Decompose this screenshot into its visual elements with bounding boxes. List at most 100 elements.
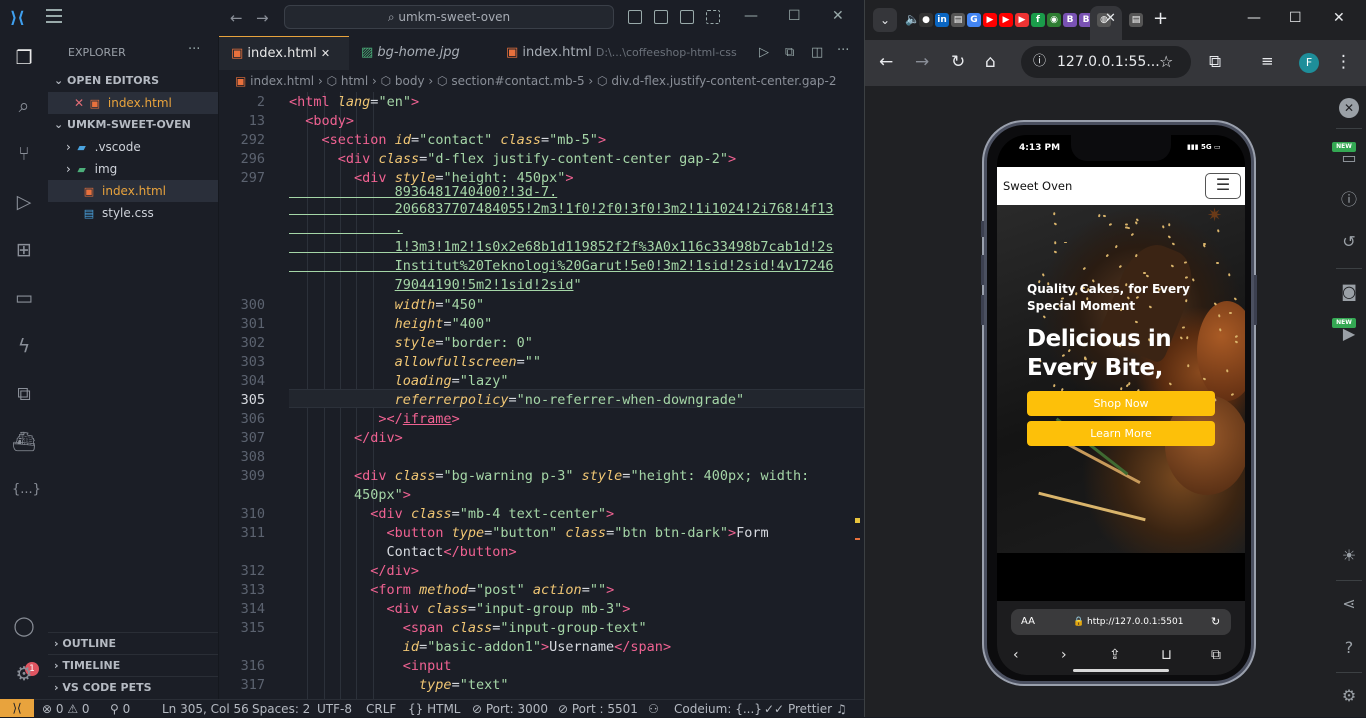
outline-section[interactable]: › OUTLINE	[48, 632, 218, 654]
navbar-brand[interactable]: Sweet Oven	[1003, 179, 1072, 193]
live-server-port[interactable]: ⊘ Port : 5501	[558, 700, 638, 718]
tab-bg-home[interactable]: ▨ bg-home.jpg	[349, 36, 494, 70]
port-3000[interactable]: ⊘ Port: 3000	[472, 700, 548, 718]
more-actions-icon[interactable]: ···	[837, 43, 849, 58]
bookmarks-icon[interactable]: ⊔	[1161, 647, 1172, 663]
profile-avatar[interactable]: F	[1299, 53, 1319, 73]
breadcrumb-item[interactable]: html	[341, 74, 368, 88]
ports-indicator[interactable]: ⚲ 0	[110, 700, 130, 718]
minimize-icon[interactable]: —	[1247, 10, 1261, 26]
docker-icon[interactable]: ⛴	[12, 430, 36, 454]
close-icon[interactable]: ✕	[321, 47, 330, 60]
linkedin-icon[interactable]: in	[935, 13, 949, 27]
tab-index-html-coffeeshop[interactable]: ▣ index.html D:\...\coffeeshop-html-css	[494, 36, 737, 70]
forward-icon[interactable]: →	[915, 52, 929, 72]
codeium-status[interactable]: Codeium: {...}	[674, 700, 762, 718]
project-section[interactable]: ⌄ UMKM-SWEET-OVEN	[48, 114, 218, 136]
extensions-icon[interactable]: ⊞	[12, 238, 36, 262]
account-icon[interactable]: ◯	[12, 614, 36, 638]
youtube-icon[interactable]: ▶	[999, 13, 1013, 27]
info-icon[interactable]: ⓘ	[1339, 190, 1359, 210]
tree-item-img[interactable]: › ▰ img	[48, 158, 218, 180]
timeline-section[interactable]: › TIMELINE	[48, 654, 218, 676]
code-editor[interactable]: 2 13 292 296 297 300 301 302 303 304 305…	[219, 92, 865, 699]
youtube-icon[interactable]: ▶	[1015, 13, 1029, 27]
youtube-icon[interactable]: ▶	[983, 13, 997, 27]
share-icon[interactable]: ⋖	[1339, 594, 1359, 614]
reader-aa-button[interactable]: AA	[1021, 609, 1035, 635]
end-of-line[interactable]: CRLF	[366, 700, 396, 718]
safari-forward-icon[interactable]: ›	[1061, 647, 1067, 663]
settings-gear-icon[interactable]: ⚙	[1339, 686, 1359, 706]
remote-indicator-icon[interactable]: ⟩⟨	[0, 699, 34, 717]
toggle-sidebar-icon[interactable]	[628, 10, 642, 24]
tab-favicon-icon[interactable]: ▤	[1129, 13, 1143, 27]
breadcrumb-item[interactable]: index.html	[250, 74, 314, 88]
shop-now-button[interactable]: Shop Now	[1027, 391, 1215, 416]
pets-section[interactable]: › VS CODE PETS	[48, 676, 218, 698]
menu-icon[interactable]	[46, 9, 62, 23]
tab-favicon-icon[interactable]: ▤	[951, 13, 965, 27]
maximize-icon[interactable]: ☐	[1289, 10, 1302, 26]
media-controls-icon[interactable]: ≡	[1261, 52, 1274, 70]
reload-icon[interactable]: ↻	[951, 52, 965, 72]
site-info-icon[interactable]: ⓘ	[1033, 46, 1046, 78]
cursor-position[interactable]: Ln 305, Col 56	[162, 700, 249, 718]
bell-icon[interactable]: ♫	[836, 700, 847, 718]
breadcrumb-item[interactable]: div.d-flex.justify-content-center.gap-2	[611, 74, 836, 88]
forward-arrow-icon[interactable]: →	[256, 9, 269, 27]
close-icon[interactable]: ✕	[1333, 10, 1345, 26]
google-icon[interactable]: G	[967, 13, 981, 27]
open-preview-icon[interactable]: ⧉	[785, 45, 794, 60]
reload-icon[interactable]: ↻	[1211, 609, 1220, 635]
chrome-menu-icon[interactable]: ⋮	[1335, 52, 1352, 72]
brightness-icon[interactable]: ☀	[1339, 546, 1359, 566]
live-share-icon[interactable]: ⧉	[12, 382, 36, 406]
tabs-icon[interactable]: ⧉	[1211, 647, 1221, 663]
open-editor-item[interactable]: ✕ ▣ index.html	[48, 92, 218, 114]
tab-search-icon[interactable]: ⌄	[873, 8, 897, 32]
close-icon[interactable]: ✕	[74, 96, 88, 110]
hamburger-menu-icon[interactable]: ☰	[1205, 173, 1241, 199]
json-icon[interactable]: {...}	[12, 478, 41, 502]
maximize-icon[interactable]: ☐	[788, 8, 801, 24]
back-icon[interactable]: ←	[879, 52, 893, 72]
indentation[interactable]: Spaces: 2	[252, 700, 310, 718]
close-icon[interactable]: ✕	[832, 8, 844, 24]
learn-more-button[interactable]: Learn More	[1027, 421, 1215, 446]
open-editors-section[interactable]: ⌄ OPEN EDITORS	[48, 70, 218, 92]
command-center-search[interactable]: ⌕ umkm-sweet-oven	[284, 5, 614, 29]
close-emulator-icon[interactable]: ✕	[1339, 98, 1359, 118]
device-frame-icon[interactable]: ▭	[1339, 148, 1359, 168]
settings-gear-icon[interactable]: ⚙	[12, 662, 36, 686]
help-icon[interactable]: ?	[1339, 638, 1359, 658]
new-tab-icon[interactable]: +	[1153, 8, 1168, 29]
customize-layout-icon[interactable]	[706, 10, 720, 24]
encoding[interactable]: UTF-8	[317, 700, 352, 718]
back-arrow-icon[interactable]: ←	[230, 9, 243, 27]
close-tab-icon[interactable]: ✕	[1105, 11, 1116, 26]
share-icon[interactable]: ⇪	[1109, 647, 1121, 663]
copilot-icon[interactable]: ⚇	[648, 700, 659, 718]
feedly-icon[interactable]: f	[1031, 13, 1045, 27]
run-debug-icon[interactable]: ▷	[12, 190, 36, 214]
remote-explorer-icon[interactable]: ▭	[12, 286, 36, 310]
breadcrumb-item[interactable]: section#contact.mb-5	[451, 74, 584, 88]
extensions-icon[interactable]: ⧉	[1209, 52, 1221, 72]
github-icon[interactable]: ●	[919, 13, 933, 27]
minimize-icon[interactable]: —	[744, 8, 758, 24]
bootstrap-icon[interactable]: B	[1063, 13, 1077, 27]
breadcrumb-item[interactable]: body	[395, 74, 425, 88]
tree-item-style-css[interactable]: ▤ style.css	[48, 202, 218, 224]
tree-item-vscode[interactable]: › ▰ .vscode	[48, 136, 218, 158]
problems-indicator[interactable]: ⊗ 0 ⚠ 0	[42, 700, 90, 718]
prettier-status[interactable]: ✓✓ Prettier	[764, 700, 832, 718]
tree-item-index-html[interactable]: ▣ index.html	[48, 180, 218, 202]
screenshot-camera-icon[interactable]: ◙	[1339, 282, 1359, 302]
search-icon[interactable]: ⌕	[12, 94, 36, 118]
safari-back-icon[interactable]: ‹	[1013, 647, 1019, 663]
source-control-icon[interactable]: ⑂	[12, 142, 36, 166]
tab-index-html[interactable]: ▣ index.html ✕	[219, 36, 349, 70]
video-record-icon[interactable]: ▶	[1339, 324, 1359, 344]
split-editor-icon[interactable]: ◫	[811, 45, 823, 60]
